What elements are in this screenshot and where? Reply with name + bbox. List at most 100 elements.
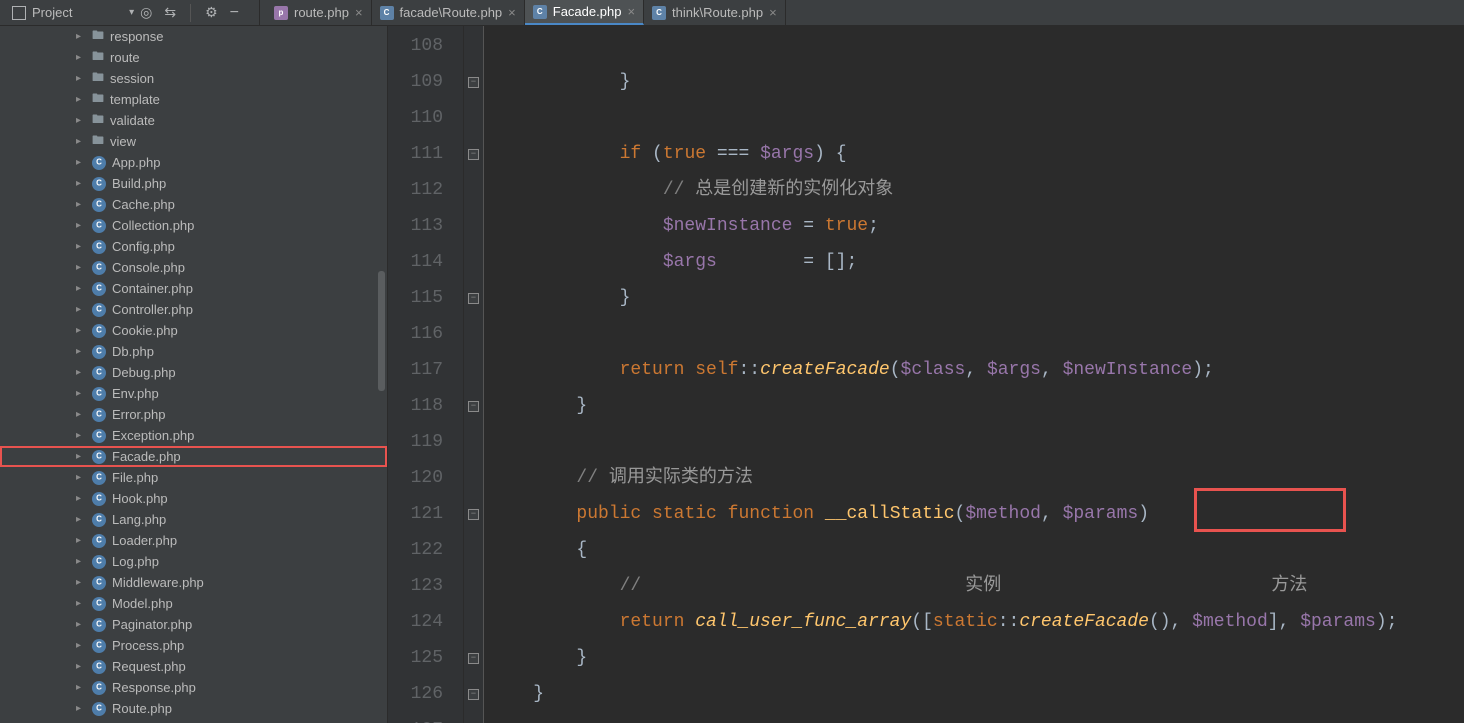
code-line[interactable]: }: [484, 64, 1464, 100]
tree-arrow-icon[interactable]: ▸: [76, 73, 86, 84]
close-icon[interactable]: ×: [627, 4, 635, 19]
code-line[interactable]: [484, 712, 1464, 723]
tree-arrow-icon[interactable]: ▸: [76, 115, 86, 126]
code-line[interactable]: [484, 28, 1464, 64]
code-line[interactable]: public static function __callStatic($met…: [484, 496, 1464, 532]
tree-item[interactable]: ▸🖿session: [0, 68, 387, 89]
tree-arrow-icon[interactable]: ▸: [76, 451, 86, 462]
hide-icon[interactable]: −: [230, 4, 239, 22]
tree-arrow-icon[interactable]: ▸: [76, 577, 86, 588]
tree-item[interactable]: ▸CEnv.php: [0, 383, 387, 404]
fold-toggle-icon[interactable]: [464, 136, 483, 172]
code-line[interactable]: // 总是创建新的实例化对象: [484, 172, 1464, 208]
tree-item[interactable]: ▸CCache.php: [0, 194, 387, 215]
tree-item[interactable]: ▸🖿route: [0, 47, 387, 68]
tree-arrow-icon[interactable]: ▸: [76, 94, 86, 105]
tree-item[interactable]: ▸CRoute.php: [0, 698, 387, 719]
tree-item[interactable]: ▸CProcess.php: [0, 635, 387, 656]
tree-item[interactable]: ▸CError.php: [0, 404, 387, 425]
tree-item[interactable]: ▸CDb.php: [0, 341, 387, 362]
tree-arrow-icon[interactable]: ▸: [76, 388, 86, 399]
tree-item[interactable]: ▸CLog.php: [0, 551, 387, 572]
fold-toggle-icon[interactable]: [464, 64, 483, 100]
tree-arrow-icon[interactable]: ▸: [76, 241, 86, 252]
fold-toggle-icon[interactable]: [464, 676, 483, 712]
code-line[interactable]: // 调用实际类的方法: [484, 460, 1464, 496]
close-icon[interactable]: ×: [769, 5, 777, 20]
tree-item[interactable]: ▸CDebug.php: [0, 362, 387, 383]
code-line[interactable]: [484, 316, 1464, 352]
collapse-icon[interactable]: ⇆: [164, 4, 176, 21]
tree-arrow-icon[interactable]: ▸: [76, 346, 86, 357]
tree-item[interactable]: ▸CFacade.php: [0, 446, 387, 467]
code-line[interactable]: $args = [];: [484, 244, 1464, 280]
project-tree[interactable]: ▸🖿response▸🖿route▸🖿session▸🖿template▸🖿va…: [0, 26, 388, 723]
tree-item[interactable]: ▸CFile.php: [0, 467, 387, 488]
tree-arrow-icon[interactable]: ▸: [76, 199, 86, 210]
tree-item[interactable]: ▸CException.php: [0, 425, 387, 446]
fold-toggle-icon[interactable]: [464, 280, 483, 316]
code-line[interactable]: return call_user_func_array([static::cre…: [484, 604, 1464, 640]
tree-arrow-icon[interactable]: ▸: [76, 535, 86, 546]
tree-arrow-icon[interactable]: ▸: [76, 598, 86, 609]
tree-arrow-icon[interactable]: ▸: [76, 619, 86, 630]
tree-item[interactable]: ▸🖿response: [0, 26, 387, 47]
editor-tab[interactable]: Cthink\Route.php×: [644, 0, 786, 25]
code-line[interactable]: }: [484, 388, 1464, 424]
tree-item[interactable]: ▸🖿view: [0, 131, 387, 152]
code-line[interactable]: }: [484, 676, 1464, 712]
tree-arrow-icon[interactable]: ▸: [76, 367, 86, 378]
tree-item[interactable]: ▸🖿template: [0, 89, 387, 110]
tree-arrow-icon[interactable]: ▸: [76, 514, 86, 525]
tree-arrow-icon[interactable]: ▸: [76, 556, 86, 567]
tree-item[interactable]: ▸CApp.php: [0, 152, 387, 173]
tree-item[interactable]: ▸CPaginator.php: [0, 614, 387, 635]
tree-arrow-icon[interactable]: ▸: [76, 661, 86, 672]
code-line[interactable]: $newInstance = true;: [484, 208, 1464, 244]
tree-arrow-icon[interactable]: ▸: [76, 682, 86, 693]
code-line[interactable]: [484, 100, 1464, 136]
tree-item[interactable]: ▸CRequest.php: [0, 656, 387, 677]
tree-arrow-icon[interactable]: ▸: [76, 325, 86, 336]
tree-arrow-icon[interactable]: ▸: [76, 178, 86, 189]
tree-item[interactable]: ▸CCookie.php: [0, 320, 387, 341]
tree-arrow-icon[interactable]: ▸: [76, 157, 86, 168]
tree-item[interactable]: ▸CMiddleware.php: [0, 572, 387, 593]
tree-item[interactable]: ▸CController.php: [0, 299, 387, 320]
close-icon[interactable]: ×: [508, 5, 516, 20]
code-editor[interactable]: 1081091101111121131141151161171181191201…: [388, 26, 1464, 723]
tree-item[interactable]: ▸🖿validate: [0, 110, 387, 131]
tree-arrow-icon[interactable]: ▸: [76, 31, 86, 42]
tree-arrow-icon[interactable]: ▸: [76, 430, 86, 441]
tree-item[interactable]: ▸CContainer.php: [0, 278, 387, 299]
gear-icon[interactable]: ⚙: [205, 4, 218, 21]
tree-item[interactable]: ▸CBuild.php: [0, 173, 387, 194]
tree-item[interactable]: ▸CCollection.php: [0, 215, 387, 236]
code-line[interactable]: {: [484, 532, 1464, 568]
editor-tab[interactable]: Cfacade\Route.php×: [372, 0, 525, 25]
tree-arrow-icon[interactable]: ▸: [76, 493, 86, 504]
code-line[interactable]: // 实例 方法: [484, 568, 1464, 604]
tree-arrow-icon[interactable]: ▸: [76, 409, 86, 420]
tree-item[interactable]: ▸CConsole.php: [0, 257, 387, 278]
tree-arrow-icon[interactable]: ▸: [76, 136, 86, 147]
project-panel-header[interactable]: Project ▾ ◎ ⇆ ⚙ −: [0, 0, 260, 25]
tree-arrow-icon[interactable]: ▸: [76, 640, 86, 651]
tree-arrow-icon[interactable]: ▸: [76, 220, 86, 231]
tree-arrow-icon[interactable]: ▸: [76, 262, 86, 273]
code-line[interactable]: return self::createFacade($class, $args,…: [484, 352, 1464, 388]
fold-gutter[interactable]: [464, 26, 484, 723]
tree-item[interactable]: ▸CModel.php: [0, 593, 387, 614]
fold-toggle-icon[interactable]: [464, 496, 483, 532]
fold-toggle-icon[interactable]: [464, 388, 483, 424]
tree-arrow-icon[interactable]: ▸: [76, 703, 86, 714]
editor-tab[interactable]: proute.php×: [266, 0, 372, 25]
tree-item[interactable]: ▸CConfig.php: [0, 236, 387, 257]
tree-arrow-icon[interactable]: ▸: [76, 52, 86, 63]
editor-tab[interactable]: CFacade.php×: [525, 0, 644, 25]
code-line[interactable]: if (true === $args) {: [484, 136, 1464, 172]
tree-item[interactable]: ▸CHook.php: [0, 488, 387, 509]
close-icon[interactable]: ×: [355, 5, 363, 20]
code-area[interactable]: } if (true === $args) { // 总是创建新的实例化对象 $…: [484, 26, 1464, 723]
tree-arrow-icon[interactable]: ▸: [76, 472, 86, 483]
